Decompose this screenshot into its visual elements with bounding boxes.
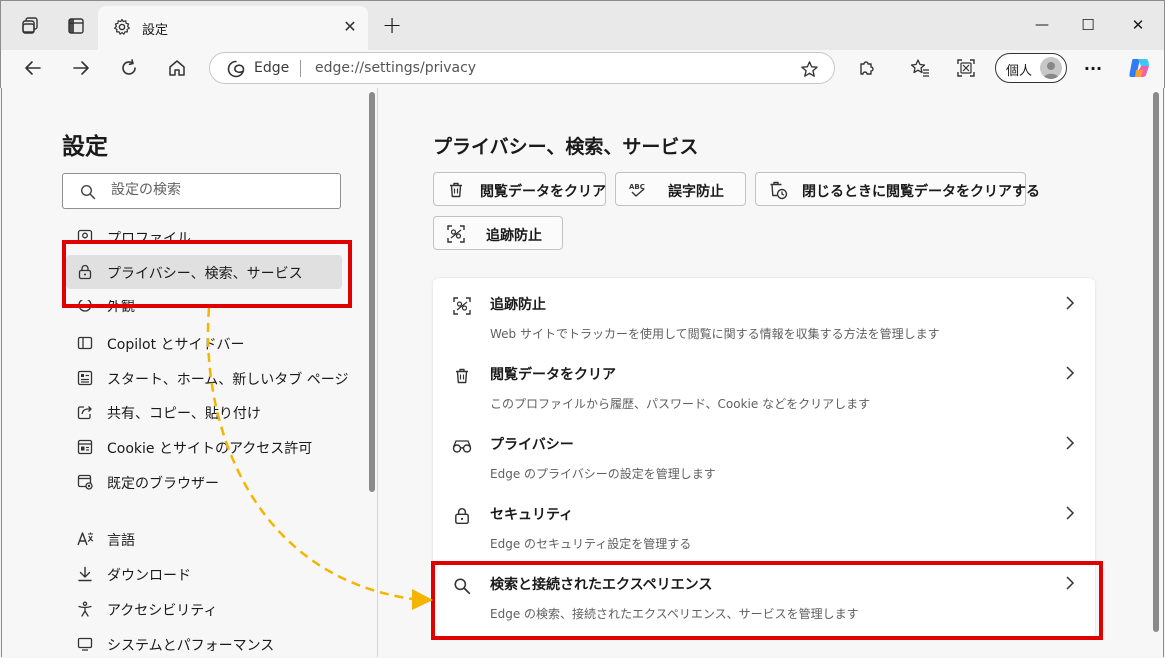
favorites-icon[interactable] (909, 57, 931, 79)
sidebar-item-language[interactable]: 言語 (66, 522, 342, 556)
cookie-icon (76, 438, 94, 456)
sidebar-item-label: 言語 (107, 533, 135, 549)
sidebar-item-label: 既定のブラウザー (107, 476, 219, 492)
sidebar-item-label: Cookie とサイトのアクセス許可 (107, 441, 313, 457)
maximize-button[interactable]: ☐ (1076, 13, 1100, 37)
sidebar-item-label: スタート、ホーム、新しいタブ ページ (107, 372, 349, 388)
highlight-box-search-row (431, 561, 1103, 640)
search-icon (79, 183, 97, 201)
sidebar-item-share[interactable]: 共有、コピー、貼り付け (66, 395, 342, 429)
chevron-right-icon (1061, 504, 1079, 522)
screenshot-icon[interactable] (955, 57, 977, 79)
tab-actions-icon[interactable] (66, 16, 86, 36)
sidebar-item-start-home[interactable]: スタート、ホーム、新しいタブ ページ (66, 361, 348, 395)
quick-button-label: 閲覧データをクリア (480, 184, 606, 200)
sidebar-title: 設定 (62, 134, 108, 160)
forward-icon[interactable] (70, 57, 92, 79)
row-title: プライバシー (490, 437, 574, 453)
home-tab-icon (76, 369, 94, 387)
sidebar-item-copilot[interactable]: Copilot とサイドバー (66, 326, 342, 360)
default-browser-icon (76, 473, 94, 491)
system-icon (76, 635, 94, 653)
gear-icon (112, 17, 132, 37)
quick-button-label: 閉じるときに閲覧データをクリアする (802, 184, 1040, 200)
address-separator (300, 60, 301, 77)
site-identity-label: Edge (254, 60, 290, 76)
row-security[interactable]: セキュリティ Edge のセキュリティ設定を管理する (433, 488, 1095, 558)
language-icon (76, 530, 94, 548)
copilot-icon[interactable] (1127, 56, 1151, 80)
page-title: プライバシー、検索、サービス (433, 136, 699, 158)
tracking-icon (446, 224, 466, 244)
row-description: Edge のプライバシーの設定を管理します (490, 467, 716, 481)
row-privacy[interactable]: プライバシー Edge のプライバシーの設定を管理します (433, 418, 1095, 488)
clear-on-close-button[interactable]: 閉じるときに閲覧データをクリアする (755, 172, 1040, 206)
sidebar-item-label: アクセシビリティ (107, 603, 218, 619)
back-icon[interactable] (22, 57, 44, 79)
sidebar-item-default-browser[interactable]: 既定のブラウザー (66, 465, 342, 499)
row-description: このプロファイルから履歴、パスワード、Cookie などをクリアします (490, 397, 871, 411)
sidebar-item-cookies[interactable]: Cookie とサイトのアクセス許可 (66, 430, 342, 464)
favorite-star-icon[interactable] (799, 59, 819, 79)
sidebar-item-downloads[interactable]: ダウンロード (66, 557, 342, 591)
sidebar-icon (76, 334, 94, 352)
profile-button[interactable]: 個人 (995, 53, 1067, 83)
new-tab-button[interactable]: + (380, 11, 404, 39)
accessibility-icon (76, 600, 94, 618)
glasses-icon (452, 436, 472, 456)
minimize-button[interactable]: — (1030, 13, 1054, 37)
typo-icon: ABC (628, 180, 648, 200)
row-title: 追跡防止 (490, 297, 546, 313)
lock-icon (452, 506, 472, 526)
extensions-icon[interactable] (856, 57, 878, 79)
sidebar-item-label: ダウンロード (107, 568, 191, 584)
quick-button-label: 追跡防止 (486, 228, 542, 244)
highlight-box-sidebar (62, 240, 352, 308)
chevron-right-icon (1061, 364, 1079, 382)
clear-browsing-data-button[interactable]: 閲覧データをクリア (433, 172, 606, 206)
tab-title: 設定 (142, 23, 169, 38)
sidebar-item-label: Copilot とサイドバー (107, 337, 245, 353)
edge-logo-icon (226, 59, 246, 79)
sidebar-item-accessibility[interactable]: アクセシビリティ (66, 592, 342, 626)
workspaces-icon[interactable] (20, 16, 40, 36)
sidebar-item-label: システムとパフォーマンス (107, 638, 275, 654)
sidebar-scrollbar[interactable] (369, 92, 375, 492)
typo-protection-button[interactable]: ABC 誤字防止 (615, 172, 746, 206)
more-options-button[interactable]: ··· (1080, 57, 1106, 79)
chevron-right-icon (1061, 434, 1079, 452)
refresh-icon[interactable] (118, 57, 140, 79)
row-title: セキュリティ (490, 507, 574, 523)
row-tracking-prevention[interactable]: 追跡防止 Web サイトでトラッカーを使用して閲覧に関する情報を収集する方法を管… (433, 278, 1095, 348)
trash-icon (452, 366, 472, 386)
sidebar-item-system[interactable]: システムとパフォーマンス (66, 627, 342, 657)
close-window-button[interactable]: ✕ (1126, 13, 1150, 37)
tracking-prevention-button[interactable]: 追跡防止 (433, 216, 563, 250)
avatar (1040, 57, 1062, 79)
clear-on-close-icon (768, 180, 788, 200)
main-scrollbar[interactable] (1153, 92, 1159, 632)
row-description: Edge のセキュリティ設定を管理する (490, 537, 692, 551)
row-title: 閲覧データをクリア (490, 367, 616, 383)
settings-search-box[interactable] (62, 173, 341, 209)
chevron-right-icon (1061, 294, 1079, 312)
close-tab-icon[interactable]: ✕ (339, 15, 361, 37)
active-tab[interactable]: 設定 ✕ (98, 6, 368, 50)
tracking-icon (452, 296, 472, 316)
share-icon (76, 403, 94, 421)
trash-icon (446, 180, 466, 200)
quick-button-label: 誤字防止 (668, 184, 724, 200)
home-icon[interactable] (166, 57, 188, 79)
sidebar-item-label: 共有、コピー、貼り付け (107, 406, 261, 422)
row-clear-browsing-data[interactable]: 閲覧データをクリア このプロファイルから履歴、パスワード、Cookie などをク… (433, 348, 1095, 418)
download-icon (76, 565, 94, 583)
address-bar[interactable]: Edge edge://settings/privacy (209, 52, 835, 84)
profile-label: 個人 (1006, 64, 1033, 79)
settings-search-input[interactable] (111, 182, 331, 198)
url-text[interactable]: edge://settings/privacy (315, 60, 476, 76)
row-description: Web サイトでトラッカーを使用して閲覧に関する情報を収集する方法を管理します (490, 327, 940, 341)
